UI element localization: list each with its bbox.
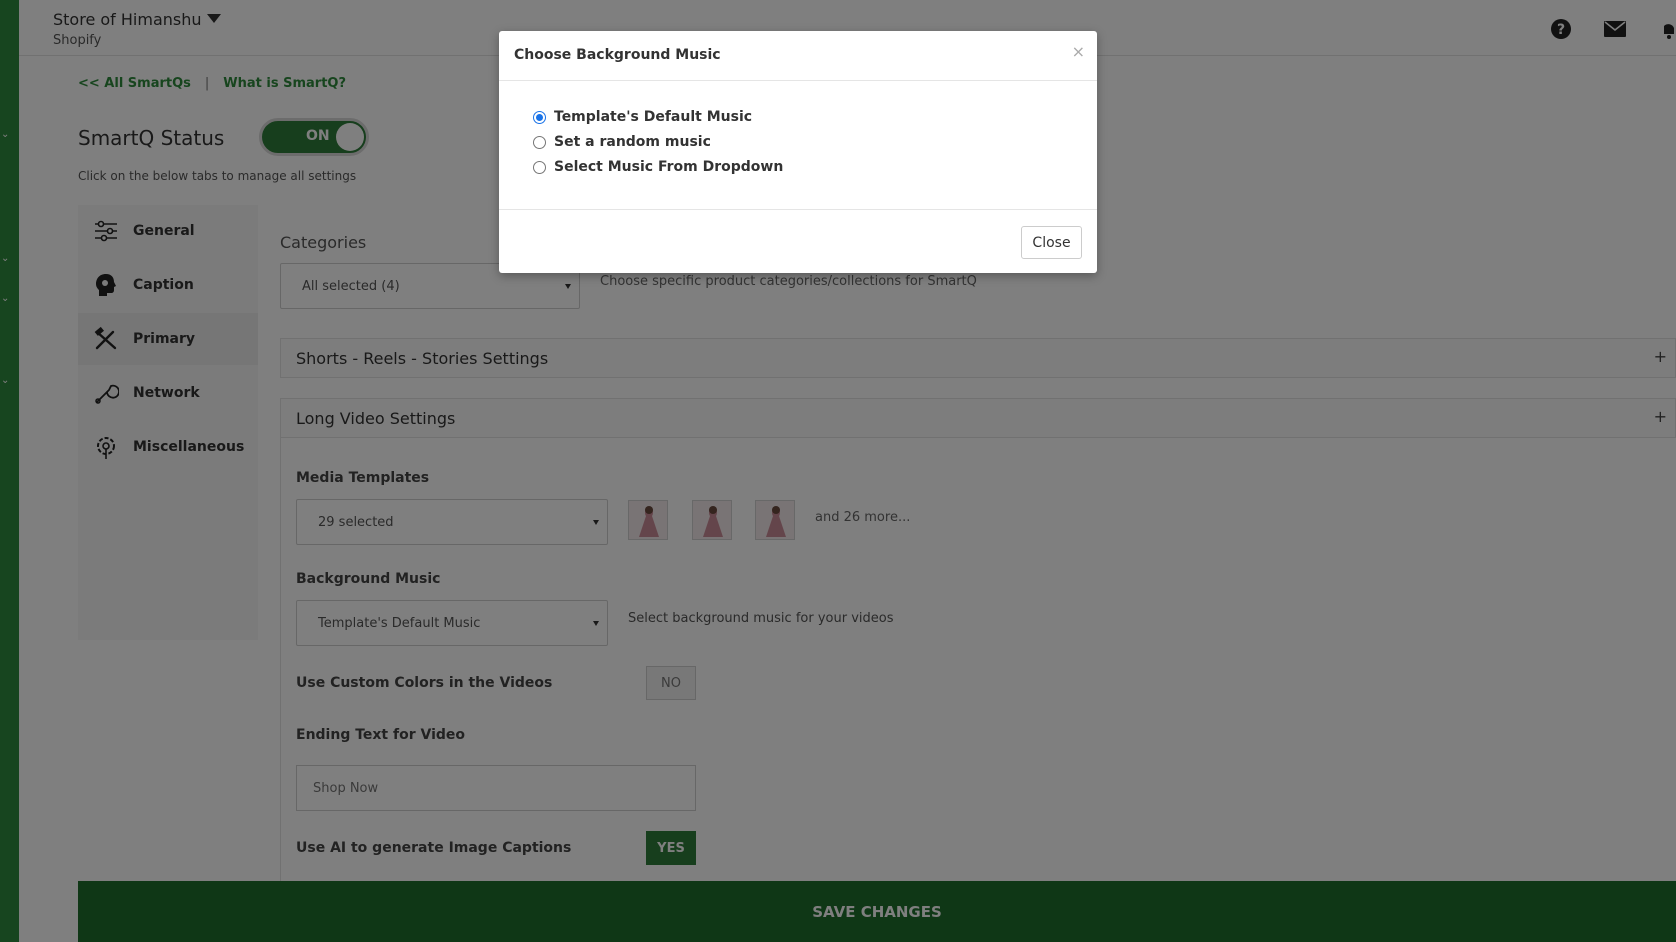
radio-button[interactable]: [533, 160, 546, 174]
close-icon[interactable]: ×: [1072, 44, 1085, 60]
radio-option-default-music[interactable]: Template's Default Music: [533, 109, 752, 125]
radio-label: Select Music From Dropdown: [554, 159, 784, 175]
choose-background-music-modal: Choose Background Music × Template's Def…: [499, 31, 1097, 273]
radio-label: Template's Default Music: [554, 109, 753, 125]
modal-title: Choose Background Music: [514, 47, 721, 63]
modal-header: Choose Background Music ×: [499, 31, 1097, 81]
modal-footer: Close: [499, 209, 1097, 273]
radio-option-dropdown-music[interactable]: Select Music From Dropdown: [533, 159, 783, 175]
radio-button[interactable]: [533, 135, 546, 149]
app-page: ⌄ ⌄ ⌄ ⌄ Store of Himanshu Shopify ? << A…: [0, 0, 1676, 942]
close-button[interactable]: Close: [1021, 226, 1082, 259]
radio-option-random-music[interactable]: Set a random music: [533, 134, 711, 150]
radio-label: Set a random music: [554, 134, 711, 150]
radio-button[interactable]: [533, 110, 546, 124]
